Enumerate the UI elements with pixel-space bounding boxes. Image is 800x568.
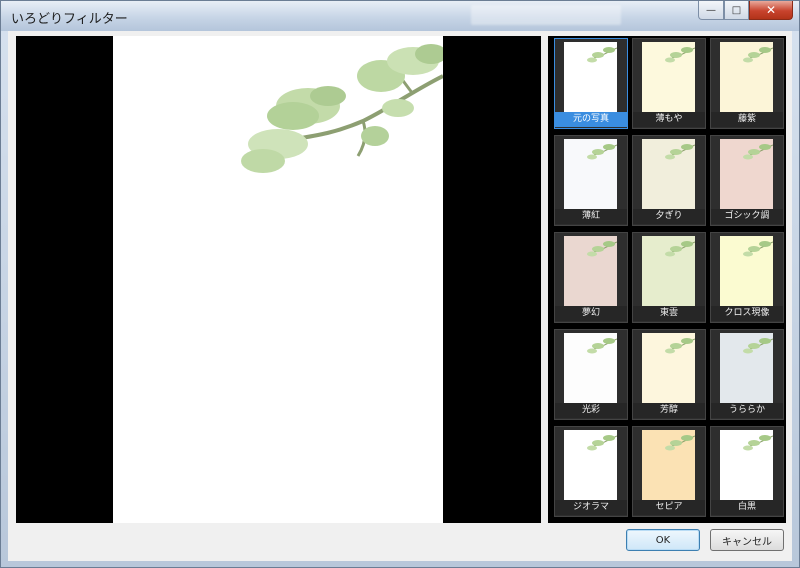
filter-preview-image bbox=[642, 236, 695, 306]
filter-thumbnail[interactable]: 夕ぎり bbox=[632, 135, 706, 226]
pine-branch-icon bbox=[587, 435, 617, 451]
filter-preview-image bbox=[720, 430, 773, 500]
filter-preview-image bbox=[564, 42, 617, 112]
pine-branch-illustration bbox=[241, 44, 443, 173]
filter-thumbnail[interactable]: 白黒 bbox=[710, 426, 784, 517]
filter-preview-image bbox=[642, 430, 695, 500]
preview-area bbox=[16, 36, 541, 523]
pine-branch-icon bbox=[665, 435, 695, 451]
ok-button[interactable]: OK bbox=[626, 529, 700, 551]
pine-branch-icon bbox=[743, 338, 773, 354]
filter-label: 夕ぎり bbox=[633, 209, 705, 224]
filter-thumbnail[interactable]: 藤紫 bbox=[710, 38, 784, 129]
filter-preview-image bbox=[642, 333, 695, 403]
cancel-button[interactable]: キャンセル bbox=[710, 529, 784, 551]
pine-branch-icon bbox=[665, 338, 695, 354]
filter-thumbnail[interactable]: 芳醇 bbox=[632, 329, 706, 420]
filter-thumbnail[interactable]: クロス現像 bbox=[710, 232, 784, 323]
filter-label: 薄紅 bbox=[555, 209, 627, 224]
filter-preview-image bbox=[720, 333, 773, 403]
filter-thumbnail[interactable]: 東雲 bbox=[632, 232, 706, 323]
filter-label: 夢幻 bbox=[555, 306, 627, 321]
pine-branch-icon bbox=[743, 144, 773, 160]
caption-buttons: — □ ✕ bbox=[698, 1, 793, 21]
pine-branch-icon bbox=[665, 241, 695, 257]
filter-thumbnail[interactable]: 元の写真 bbox=[554, 38, 628, 129]
filter-thumbnail[interactable]: ゴシック調 bbox=[710, 135, 784, 226]
pine-branch-icon bbox=[743, 435, 773, 451]
filter-thumbnail[interactable]: 薄紅 bbox=[554, 135, 628, 226]
filter-label: ゴシック調 bbox=[711, 209, 783, 224]
filter-preview-image bbox=[564, 139, 617, 209]
pine-branch-icon bbox=[743, 47, 773, 63]
filter-preview-image bbox=[564, 430, 617, 500]
filter-thumbnail-panel: 元の写真 薄もや 藤紫薄紅 夕ぎり ゴシック調夢幻 東雲 クロス現像光彩 芳醇 うららかジオラマ… bbox=[548, 36, 786, 523]
filter-label: 東雲 bbox=[633, 306, 705, 321]
preview-image bbox=[113, 36, 443, 523]
filter-label: クロス現像 bbox=[711, 306, 783, 321]
filter-thumbnail[interactable]: ジオラマ bbox=[554, 426, 628, 517]
title-bar[interactable]: いろどりフィルター — □ ✕ bbox=[1, 1, 799, 31]
pine-branch-icon bbox=[587, 338, 617, 354]
pine-branch-icon bbox=[587, 241, 617, 257]
filter-label: 白黒 bbox=[711, 500, 783, 515]
pine-branch-icon bbox=[665, 47, 695, 63]
filter-label: 薄もや bbox=[633, 112, 705, 127]
filter-label: 光彩 bbox=[555, 403, 627, 418]
filter-thumbnail[interactable]: 夢幻 bbox=[554, 232, 628, 323]
filter-preview-image bbox=[720, 139, 773, 209]
background-window-ghost bbox=[471, 5, 621, 25]
filter-preview-image bbox=[564, 333, 617, 403]
filter-label: うららか bbox=[711, 403, 783, 418]
filter-thumbnail[interactable]: セピア bbox=[632, 426, 706, 517]
pine-branch-icon bbox=[743, 241, 773, 257]
filter-preview-image bbox=[720, 236, 773, 306]
pine-branch-icon bbox=[587, 144, 617, 160]
filter-label: 芳醇 bbox=[633, 403, 705, 418]
dialog-window: いろどりフィルター — □ ✕ 元の写真 薄もや 藤紫 薄紅 夕ぎり ゴシック調… bbox=[0, 0, 800, 568]
minimize-button[interactable]: — bbox=[698, 1, 724, 20]
pine-branch-icon bbox=[587, 47, 617, 63]
filter-preview-image bbox=[642, 139, 695, 209]
maximize-button[interactable]: □ bbox=[724, 1, 749, 20]
filter-thumbnail[interactable]: うららか bbox=[710, 329, 784, 420]
pine-branch-icon bbox=[665, 144, 695, 160]
filter-label: セピア bbox=[633, 500, 705, 515]
filter-label: 元の写真 bbox=[555, 112, 627, 127]
filter-preview-image bbox=[564, 236, 617, 306]
filter-label: 藤紫 bbox=[711, 112, 783, 127]
filter-thumbnail[interactable]: 光彩 bbox=[554, 329, 628, 420]
window-title: いろどりフィルター bbox=[11, 12, 128, 27]
close-button[interactable]: ✕ bbox=[749, 1, 793, 20]
filter-thumbnail[interactable]: 薄もや bbox=[632, 38, 706, 129]
filter-label: ジオラマ bbox=[555, 500, 627, 515]
filter-preview-image bbox=[642, 42, 695, 112]
filter-preview-image bbox=[720, 42, 773, 112]
dialog-client-area: 元の写真 薄もや 藤紫薄紅 夕ぎり ゴシック調夢幻 東雲 クロス現像光彩 芳醇 うららかジオラマ… bbox=[8, 31, 792, 561]
